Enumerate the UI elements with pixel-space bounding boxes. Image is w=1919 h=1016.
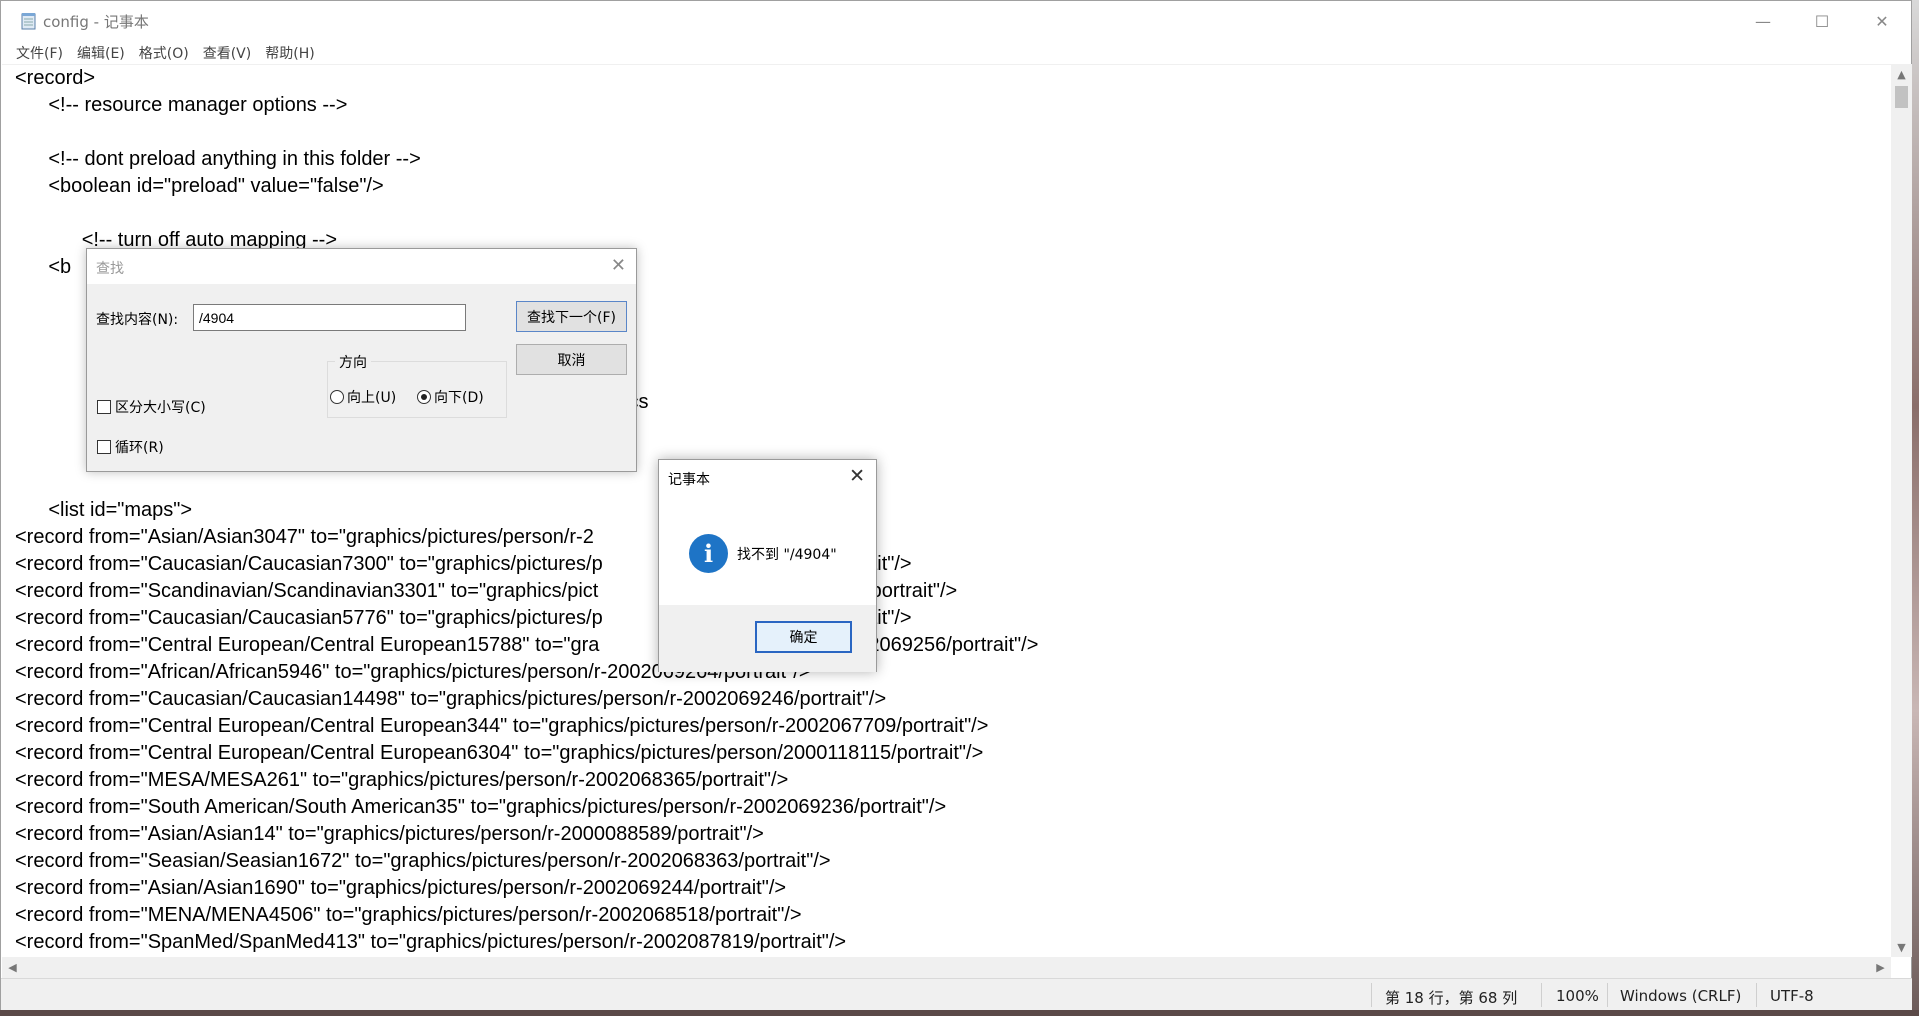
menu-view[interactable]: 查看(V): [196, 41, 259, 63]
find-what-label: 查找内容(N):: [96, 312, 179, 328]
direction-down-radio[interactable]: 向下(D): [417, 387, 484, 407]
radio-unselected-icon: [330, 390, 344, 404]
editor-line[interactable]: <record from="Asian/Asian1690" to="graph…: [15, 875, 1038, 902]
status-bar: 第 18 行，第 68 列 100% Windows (CRLF) UTF-8: [1, 978, 1912, 1010]
notepad-window: config - 记事本 — ☐ ✕ 文件(F) 编辑(E) 格式(O) 查看(…: [0, 0, 1912, 1010]
text-editor[interactable]: <record> <!-- resource manager options -…: [2, 64, 1891, 954]
maximize-button[interactable]: ☐: [1793, 1, 1851, 41]
editor-line[interactable]: [15, 119, 1038, 146]
line-ending: Windows (CRLF): [1620, 987, 1742, 1005]
find-dialog: 查找 ✕ 查找内容(N): 查找下一个(F) 取消 方向 向上(U) 向下(D)…: [86, 248, 637, 472]
status-divider: [1371, 983, 1372, 1007]
checkbox-unchecked-icon: [97, 400, 111, 414]
find-next-button[interactable]: 查找下一个(F): [516, 301, 627, 332]
editor-line[interactable]: <!-- resource manager options -->: [15, 92, 1038, 119]
vertical-scroll-thumb[interactable]: [1895, 86, 1908, 108]
find-dialog-title: 查找: [96, 261, 124, 277]
message-box: 记事本 ✕ i 找不到 "/4904" 确定: [658, 459, 877, 672]
editor-line[interactable]: <list id="maps">: [15, 497, 1038, 524]
editor-line[interactable]: <record from="Caucasian/Caucasian14498" …: [15, 686, 1038, 713]
notepad-icon: [21, 13, 36, 30]
editor-line[interactable]: [15, 470, 1038, 497]
checkbox-unchecked-icon: [97, 440, 111, 454]
ok-button[interactable]: 确定: [755, 621, 852, 653]
editor-line[interactable]: <record from="Central European/Central E…: [15, 713, 1038, 740]
match-case-checkbox[interactable]: 区分大小写(C): [97, 397, 206, 417]
direction-up-radio[interactable]: 向上(U): [330, 387, 396, 407]
editor-line[interactable]: <record from="African/African5946" to="g…: [15, 659, 1038, 686]
close-button[interactable]: ✕: [1853, 1, 1911, 41]
editor-line[interactable]: <record from="Central European/Central E…: [15, 632, 1038, 659]
vertical-scrollbar[interactable]: ▲ ▼: [1891, 64, 1912, 957]
editor-line[interactable]: [15, 200, 1038, 227]
encoding: UTF-8: [1770, 987, 1814, 1005]
editor-line[interactable]: <record from="Seasian/Seasian1672" to="g…: [15, 848, 1038, 875]
editor-line[interactable]: <record from="MENA/MENA4506" to="graphic…: [15, 902, 1038, 929]
status-divider: [1607, 983, 1608, 1007]
editor-line[interactable]: <boolean id="preload" value="false"/>: [15, 173, 1038, 200]
editor-line[interactable]: <record from="Caucasian/Caucasian7300" t…: [15, 551, 1038, 578]
direction-down-label: 向下(D): [434, 390, 484, 406]
menu-bar: 文件(F) 编辑(E) 格式(O) 查看(V) 帮助(H): [1, 41, 1911, 63]
find-dialog-title-bar[interactable]: 查找 ✕: [87, 249, 636, 284]
message-text: 找不到 "/4904": [737, 547, 837, 563]
find-close-icon[interactable]: ✕: [611, 255, 626, 276]
cancel-button[interactable]: 取消: [516, 344, 627, 375]
message-close-icon[interactable]: ✕: [849, 465, 865, 487]
scroll-down-arrow-icon[interactable]: ▼: [1891, 937, 1912, 957]
status-divider: [1541, 983, 1542, 1007]
editor-line[interactable]: <record from="MESA/MESA261" to="graphics…: [15, 767, 1038, 794]
desktop-background: [1912, 0, 1919, 1016]
scroll-left-arrow-icon[interactable]: ◀: [2, 957, 23, 977]
scroll-right-arrow-icon[interactable]: ▶: [1870, 957, 1891, 977]
direction-label: 方向: [335, 352, 371, 372]
wrap-around-checkbox[interactable]: 循环(R): [97, 437, 164, 457]
editor-line[interactable]: <record from="Caucasian/Caucasian5776" t…: [15, 605, 1038, 632]
direction-up-label: 向上(U): [347, 390, 397, 406]
minimize-button[interactable]: —: [1734, 1, 1792, 41]
horizontal-scrollbar[interactable]: ◀ ▶: [2, 957, 1891, 978]
message-box-title: 记事本: [668, 472, 710, 488]
status-divider: [1756, 983, 1757, 1007]
editor-line[interactable]: <record from="Scandinavian/Scandinavian3…: [15, 578, 1038, 605]
editor-line[interactable]: <record from="SpanMed/SpanMed413" to="gr…: [15, 929, 1038, 954]
menu-help[interactable]: 帮助(H): [258, 41, 321, 63]
window-title: config - 记事本: [43, 13, 149, 31]
menu-format[interactable]: 格式(O): [132, 41, 196, 63]
editor-line[interactable]: <record from="South American/South Ameri…: [15, 794, 1038, 821]
title-bar[interactable]: config - 记事本 — ☐ ✕: [1, 1, 1911, 41]
match-case-label: 区分大小写(C): [115, 400, 206, 416]
editor-line[interactable]: <record from="Asian/Asian14" to="graphic…: [15, 821, 1038, 848]
desktop-background: [0, 1010, 1919, 1016]
zoom-level: 100%: [1556, 987, 1599, 1005]
scroll-up-arrow-icon[interactable]: ▲: [1891, 64, 1912, 84]
radio-selected-icon: [417, 390, 431, 404]
editor-content[interactable]: <record> <!-- resource manager options -…: [15, 65, 1038, 954]
editor-line[interactable]: <record from="Asian/Asian3047" to="graph…: [15, 524, 1038, 551]
cursor-position: 第 18 行，第 68 列: [1385, 989, 1518, 1007]
menu-file[interactable]: 文件(F): [9, 41, 70, 63]
editor-line[interactable]: <!-- dont preload anything in this folde…: [15, 146, 1038, 173]
wrap-around-label: 循环(R): [115, 440, 164, 456]
editor-line[interactable]: <record from="Central European/Central E…: [15, 740, 1038, 767]
find-what-input[interactable]: [193, 304, 466, 331]
editor-line[interactable]: <record>: [15, 65, 1038, 92]
info-icon: i: [689, 534, 728, 573]
menu-edit[interactable]: 编辑(E): [70, 41, 132, 63]
